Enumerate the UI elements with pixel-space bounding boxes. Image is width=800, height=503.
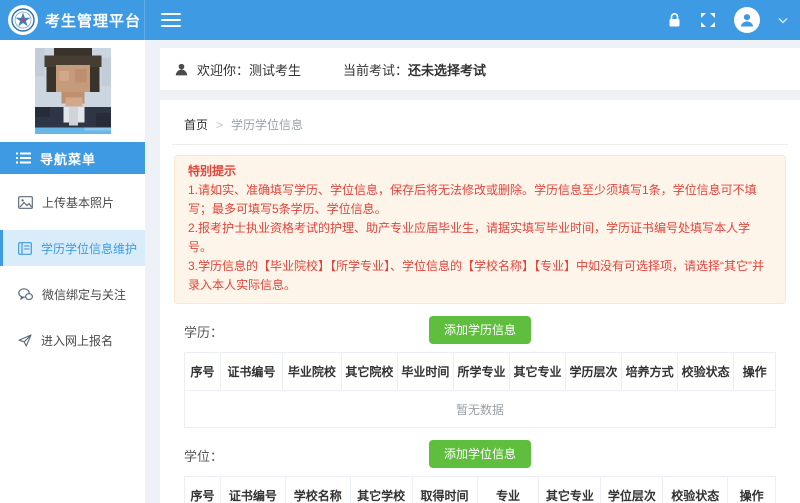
user-avatar[interactable] <box>734 7 760 33</box>
wechat-icon <box>18 288 33 301</box>
student-photo <box>35 48 111 134</box>
topbar-right <box>667 7 800 33</box>
column-header: 其它专业 <box>509 353 565 391</box>
column-header: 所学专业 <box>453 353 509 391</box>
column-header: 学校名称 <box>285 477 350 503</box>
welcome-bar: 欢迎你：测试考生 当前考试：还未选择考试 <box>160 48 800 90</box>
column-header: 证书编号 <box>220 477 285 503</box>
user-icon <box>174 62 189 77</box>
list-icon <box>16 152 31 164</box>
chevron-down-icon[interactable] <box>778 17 788 24</box>
fullscreen-icon[interactable] <box>700 12 716 28</box>
column-header: 毕业时间 <box>397 353 453 391</box>
column-header: 专业 <box>477 477 539 503</box>
column-header: 学历层次 <box>566 353 622 391</box>
degree-table: 序号 证书编号 学校名称 其它学校 取得时间 专业 其它专业 学位层次 校验状态… <box>184 476 776 503</box>
sidebar-item-upload-photo[interactable]: 上传基本照片 <box>0 184 145 220</box>
nav-menu-header: 导航菜单 <box>0 142 145 174</box>
app-title: 考生管理平台 <box>45 10 141 31</box>
sidebar-item-label: 微信绑定与关注 <box>42 286 126 303</box>
education-table-header-row: 序号 证书编号 毕业院校 其它院校 毕业时间 所学专业 其它专业 学历层次 培养… <box>185 353 775 391</box>
column-header: 操作 <box>734 353 775 391</box>
column-header: 其它学校 <box>350 477 412 503</box>
add-education-button[interactable]: 添加学历信息 <box>429 316 531 344</box>
app-logo-icon <box>8 5 38 35</box>
education-section-header: 学历： 添加学历信息 <box>184 316 776 346</box>
column-header: 校验状态 <box>678 353 734 391</box>
sidebar-item-online-signup[interactable]: 进入网上报名 <box>0 322 145 358</box>
degree-table-header-row: 序号 证书编号 学校名称 其它学校 取得时间 专业 其它专业 学位层次 校验状态… <box>185 477 775 503</box>
book-icon <box>18 242 32 255</box>
main-content: 欢迎你：测试考生 当前考试：还未选择考试 首页 > 学历学位信息 特别提示 1.… <box>160 40 800 503</box>
alert-line: 2.报考护士执业资格考试的护理、助产专业应届毕业生，请据实填写毕业时间，学历证书… <box>188 219 772 257</box>
column-header: 证书编号 <box>220 353 282 391</box>
sidebar-item-label: 进入网上报名 <box>41 332 113 349</box>
education-label: 学历： <box>184 322 223 341</box>
column-header: 学位层次 <box>601 477 663 503</box>
breadcrumb-separator: > <box>216 118 223 132</box>
alert-title: 特别提示 <box>188 162 772 181</box>
lock-icon[interactable] <box>667 12 682 28</box>
column-header: 其它院校 <box>341 353 397 391</box>
send-icon <box>18 334 32 347</box>
education-table: 序号 证书编号 毕业院校 其它院校 毕业时间 所学专业 其它专业 学历层次 培养… <box>184 352 776 428</box>
sidebar-menu: 上传基本照片 学历学位信息维护 微信绑定与关注 <box>0 184 145 368</box>
column-header: 序号 <box>185 353 220 391</box>
sidebar: 导航菜单 上传基本照片 学历学位信息维护 <box>0 40 145 503</box>
degree-label: 学位： <box>184 446 223 465</box>
column-header: 校验状态 <box>663 477 728 503</box>
column-header: 培养方式 <box>622 353 678 391</box>
welcome-greeting: 欢迎你：测试考生 <box>197 60 301 79</box>
current-exam-value: 还未选择考试 <box>408 60 486 79</box>
column-header: 毕业院校 <box>282 353 341 391</box>
column-header: 操作 <box>728 477 775 503</box>
breadcrumb: 首页 > 学历学位信息 <box>172 108 788 145</box>
add-degree-button[interactable]: 添加学位信息 <box>429 440 531 468</box>
sidebar-item-label: 学历学位信息维护 <box>41 240 137 257</box>
breadcrumb-home[interactable]: 首页 <box>184 116 208 133</box>
sidebar-item-education-info[interactable]: 学历学位信息维护 <box>0 230 145 266</box>
column-header: 取得时间 <box>412 477 477 503</box>
alert-line: 1.请如实、准确填写学历、学位信息，保存后将无法修改或删除。学历信息至少须填写1… <box>188 181 772 219</box>
breadcrumb-current: 学历学位信息 <box>231 116 303 133</box>
degree-section-header: 学位： 添加学位信息 <box>184 440 776 470</box>
alert-line: 3.学历信息的【毕业院校】【所学专业】、学位信息的【学校名称】【专业】中如没有可… <box>188 257 772 295</box>
sidebar-item-label: 上传基本照片 <box>42 194 114 211</box>
special-notice-alert: 特别提示 1.请如实、准确填写学历、学位信息，保存后将无法修改或删除。学历信息至… <box>174 155 786 304</box>
topbar: 考生管理平台 <box>0 0 800 40</box>
app-logo-area: 考生管理平台 <box>0 0 145 40</box>
nav-menu-title: 导航菜单 <box>40 149 96 168</box>
education-empty-text: 暂无数据 <box>185 391 775 427</box>
menu-toggle-icon[interactable] <box>161 13 181 27</box>
sidebar-item-wechat-bind[interactable]: 微信绑定与关注 <box>0 276 145 312</box>
image-icon <box>18 196 33 209</box>
content-panel: 首页 > 学历学位信息 特别提示 1.请如实、准确填写学历、学位信息，保存后将无… <box>160 100 800 503</box>
column-header: 其它专业 <box>539 477 601 503</box>
current-exam: 当前考试：还未选择考试 <box>343 60 486 79</box>
column-header: 序号 <box>185 477 220 503</box>
